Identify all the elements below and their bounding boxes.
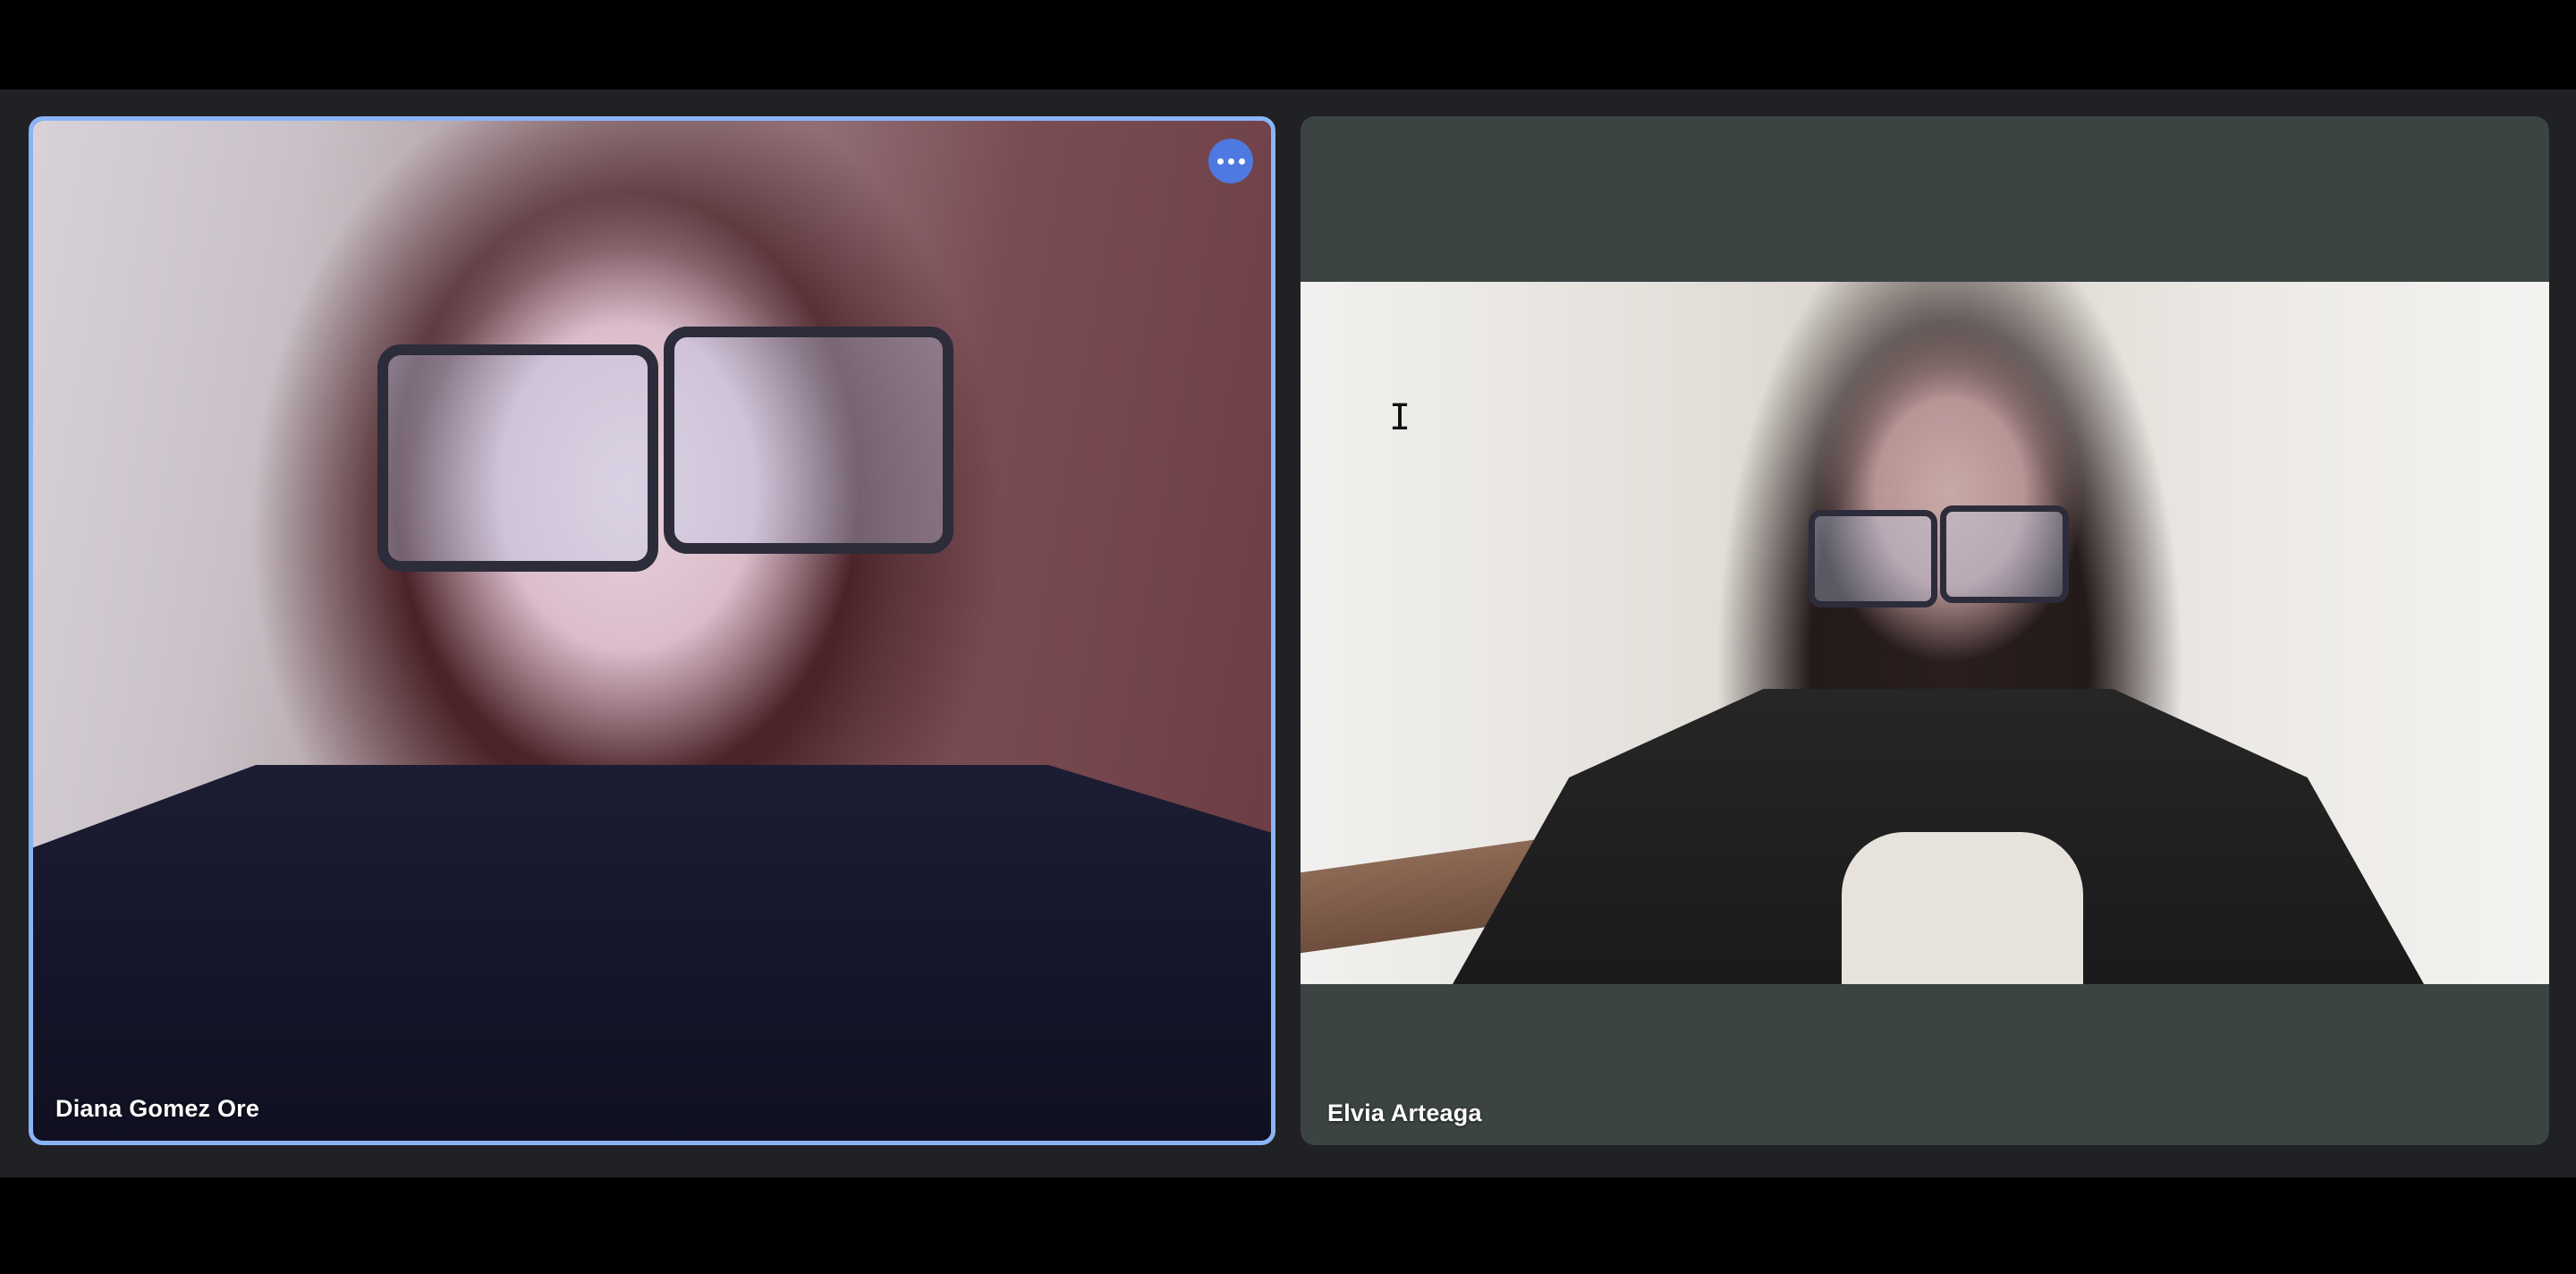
participant-tile-diana[interactable]: Diana Gomez Ore (29, 116, 1275, 1145)
participant-tile-elvia[interactable]: Elvia Arteaga (1301, 116, 2549, 1145)
participant-clothing (33, 765, 1271, 1141)
participant-video (1301, 282, 2549, 984)
more-horizontal-icon (1216, 157, 1224, 165)
participant-video (33, 121, 1271, 1141)
more-options-button[interactable] (1208, 139, 1253, 183)
glasses-lens-left (377, 344, 658, 572)
more-dot (1227, 157, 1234, 165)
participant-shirt (1842, 832, 2083, 984)
participant-name-label: Diana Gomez Ore (55, 1095, 260, 1122)
more-dot (1238, 157, 1245, 165)
glasses-lens-left (1809, 510, 1937, 607)
glasses-lens-right (1940, 505, 2069, 603)
glasses-lens-right (664, 327, 953, 554)
participant-name-label: Elvia Arteaga (1327, 1100, 1482, 1126)
meeting-stage: Diana Gomez Ore Elvia Arteaga (0, 89, 2576, 1177)
text-cursor-icon: I (1389, 397, 1411, 438)
